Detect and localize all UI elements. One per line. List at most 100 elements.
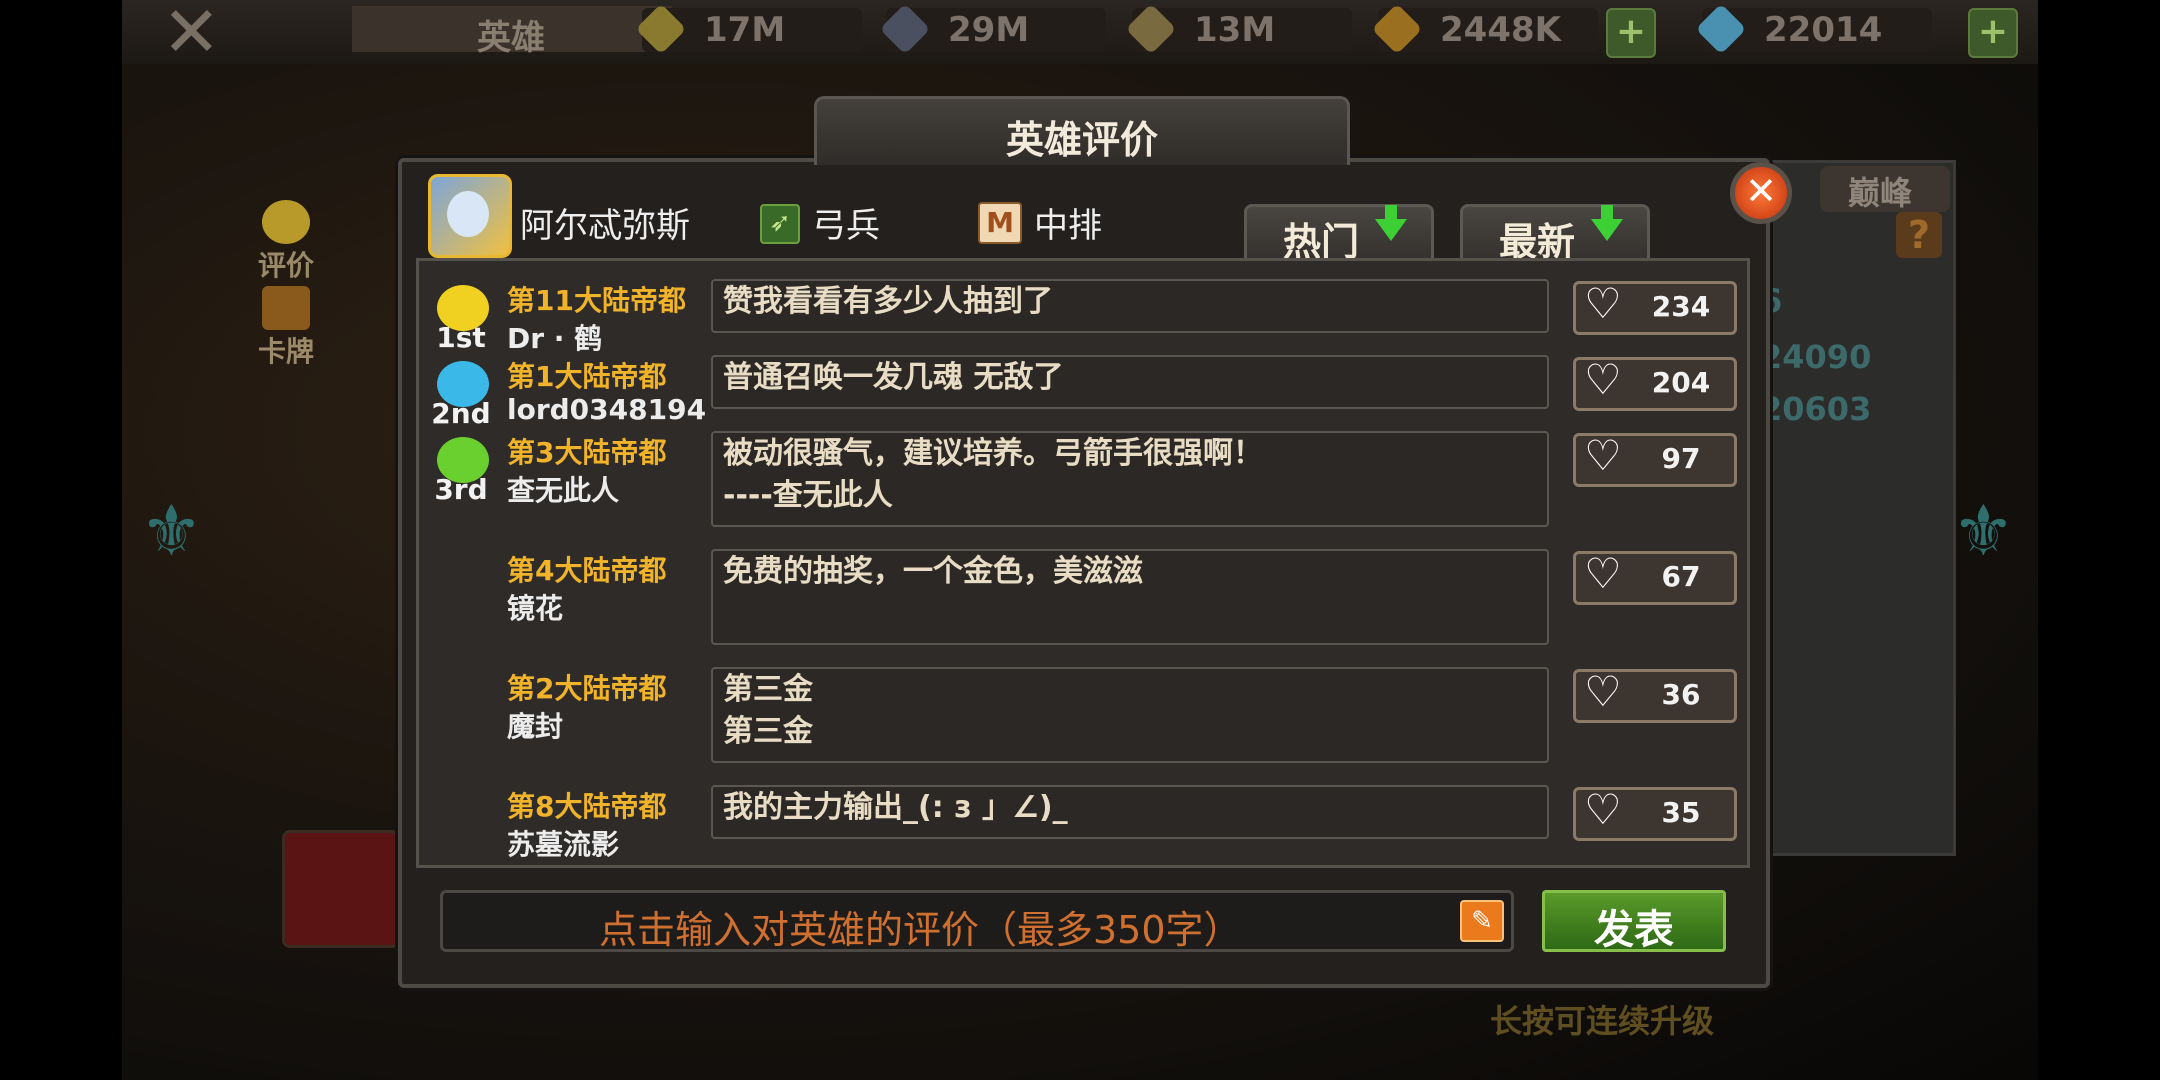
resource-bar: ✕ 英雄 17M 29M 13M 2448K + 22014 + <box>122 0 2038 67</box>
stat-value-2: 24090 <box>1760 338 1872 376</box>
like-button[interactable]: ♡ 97 <box>1573 431 1737 487</box>
comment-text: 第三金 <box>723 672 813 707</box>
right-arrow-icon[interactable]: ⚜ <box>1952 490 2015 572</box>
submit-button[interactable]: 发表 <box>1542 890 1726 953</box>
like-count: 67 <box>1661 560 1701 593</box>
comment-box[interactable]: 第三金 第三金 <box>711 667 1549 763</box>
comment-list[interactable]: 1st 第11大陆帝都 Dr · 鹤 赞我看看有多少人抽到了 ♡ 234 2nd… <box>416 258 1750 868</box>
user-name: 查无此人 <box>507 474 620 507</box>
sort-down-arrow-icon <box>1375 205 1407 241</box>
hero-position: 中排 <box>1034 206 1102 246</box>
sidebar-item-label: 卡牌 <box>258 335 315 368</box>
close-dialog-button[interactable]: ✕ <box>1730 162 1792 224</box>
server-name: 第11大陆帝都 <box>507 284 686 317</box>
resource-2-value: 29M <box>948 10 1030 50</box>
diamond-icon <box>1695 3 1747 55</box>
rank-label: 2nd <box>431 397 491 430</box>
heart-icon <box>262 200 310 244</box>
like-button[interactable]: ♡ 67 <box>1573 549 1737 605</box>
pencil-icon[interactable]: ✎ <box>1460 900 1504 942</box>
sidebar-item-label: 评价 <box>258 249 315 282</box>
rank-label: 3rd <box>434 473 488 506</box>
hero-tab-label: 英雄 <box>477 18 545 58</box>
like-button[interactable]: ♡ 234 <box>1573 279 1737 335</box>
comment-row: 第2大陆帝都 魔封 第三金 第三金 ♡ 36 <box>419 667 1747 767</box>
dialog-title: 英雄评价 <box>1005 118 1158 162</box>
help-icon[interactable]: ? <box>1896 212 1942 258</box>
submit-label: 发表 <box>1594 907 1674 953</box>
resource-1-value: 17M <box>704 10 786 50</box>
user-name: lord0348194 <box>507 393 707 426</box>
comment-text: 免费的抽奖，一个金色，美滋滋 <box>723 554 1143 589</box>
user-name: Dr · 鹤 <box>507 322 603 355</box>
heart-outline-icon: ♡ <box>1584 431 1622 480</box>
heart-outline-icon: ♡ <box>1584 549 1622 598</box>
like-count: 234 <box>1651 290 1711 323</box>
long-press-hint: 长按可连续升级 <box>1490 1002 1715 1040</box>
comment-box[interactable]: 免费的抽奖，一个金色，美滋滋 <box>711 549 1549 645</box>
stone-icon <box>879 3 931 55</box>
hero-name: 阿尔忒弥斯 <box>520 206 690 246</box>
comment-text: 赞我看看有多少人抽到了 <box>723 284 1053 319</box>
back-close-icon[interactable]: ✕ <box>162 0 221 67</box>
user-name: 镜花 <box>507 592 564 625</box>
hero-class: 弓兵 <box>812 206 880 246</box>
add-resource-button[interactable]: + <box>1606 8 1656 58</box>
review-input-placeholder: 点击输入对英雄的评价（最多350字） <box>599 908 1242 952</box>
tab-peak[interactable]: 巅峰 <box>1820 166 1950 212</box>
server-name: 第8大陆帝都 <box>507 790 667 823</box>
comment-text: 我的主力输出_(: з 」∠)_ <box>723 790 1068 825</box>
diamond-resource: 22014 <box>1695 3 1932 55</box>
hero-avatar <box>428 174 512 258</box>
sidebar-item-review[interactable]: 评价 <box>258 200 314 284</box>
tab-latest[interactable]: 最新 <box>1460 204 1650 264</box>
comment-row: 第8大陆帝都 苏墓流影 我的主力输出_(: з 」∠)_ ♡ 35 <box>419 785 1747 865</box>
card-icon <box>262 286 310 330</box>
like-count: 97 <box>1661 442 1701 475</box>
resource-1: 17M <box>635 3 862 55</box>
dialog-title-tab: 英雄评价 <box>814 96 1350 165</box>
comment-row: 3rd 第3大陆帝都 查无此人 被动很骚气，建议培养。弓箭手很强啊！ ----查… <box>419 431 1747 531</box>
diamond-value: 22014 <box>1764 10 1883 50</box>
comment-text: 被动很骚气，建议培养。弓箭手很强啊！ <box>723 436 1263 471</box>
resource-4: 2448K <box>1371 3 1598 55</box>
right-stats-panel <box>1760 160 1956 856</box>
resource-2: 29M <box>879 3 1106 55</box>
resource-3-value: 13M <box>1194 10 1276 50</box>
bat-emblem-button[interactable] <box>282 830 400 948</box>
like-button[interactable]: ♡ 36 <box>1573 667 1737 723</box>
archer-class-icon: ➶ <box>760 204 800 244</box>
review-input[interactable]: 点击输入对英雄的评价（最多350字） <box>440 890 1514 952</box>
comment-row: 第4大陆帝都 镜花 免费的抽奖，一个金色，美滋滋 ♡ 67 <box>419 549 1747 649</box>
resource-3: 13M <box>1125 3 1352 55</box>
gold-bar-icon <box>1371 3 1423 55</box>
comment-text: 第三金 <box>723 714 813 749</box>
like-count: 35 <box>1661 796 1701 829</box>
comment-box[interactable]: 被动很骚气，建议培养。弓箭手很强啊！ ----查无此人 <box>711 431 1549 527</box>
rank-label: 1st <box>436 321 486 354</box>
heart-outline-icon: ♡ <box>1584 667 1622 716</box>
comment-box[interactable]: 我的主力输出_(: з 」∠)_ <box>711 785 1549 839</box>
like-button[interactable]: ♡ 35 <box>1573 785 1737 841</box>
comment-row: 1st 第11大陆帝都 Dr · 鹤 赞我看看有多少人抽到了 ♡ 234 <box>419 279 1747 355</box>
tab-hot[interactable]: 热门 <box>1244 204 1434 264</box>
comment-box[interactable]: 普通召唤一发几魂 无敌了 <box>711 355 1549 409</box>
like-count: 36 <box>1661 678 1701 711</box>
stat-value-3: 20603 <box>1760 390 1872 428</box>
like-button[interactable]: ♡ 204 <box>1573 356 1737 411</box>
server-name: 第1大陆帝都 <box>507 360 667 393</box>
resource-4-value: 2448K <box>1440 10 1561 50</box>
comment-text: 普通召唤一发几魂 无敌了 <box>723 360 1064 395</box>
add-diamond-button[interactable]: + <box>1968 8 2018 58</box>
tab-peak-label: 巅峰 <box>1848 174 1913 212</box>
heart-outline-icon: ♡ <box>1584 279 1622 328</box>
comment-box[interactable]: 赞我看看有多少人抽到了 <box>711 279 1549 333</box>
position-icon: M <box>978 202 1022 244</box>
like-count: 204 <box>1651 366 1711 399</box>
heart-outline-icon: ♡ <box>1584 785 1622 834</box>
server-name: 第3大陆帝都 <box>507 436 667 469</box>
left-arrow-icon[interactable]: ⚜ <box>140 490 203 572</box>
sidebar-item-card[interactable]: 卡牌 <box>258 286 314 370</box>
hero-tab[interactable]: 英雄 <box>352 6 672 58</box>
server-name: 第2大陆帝都 <box>507 672 667 705</box>
